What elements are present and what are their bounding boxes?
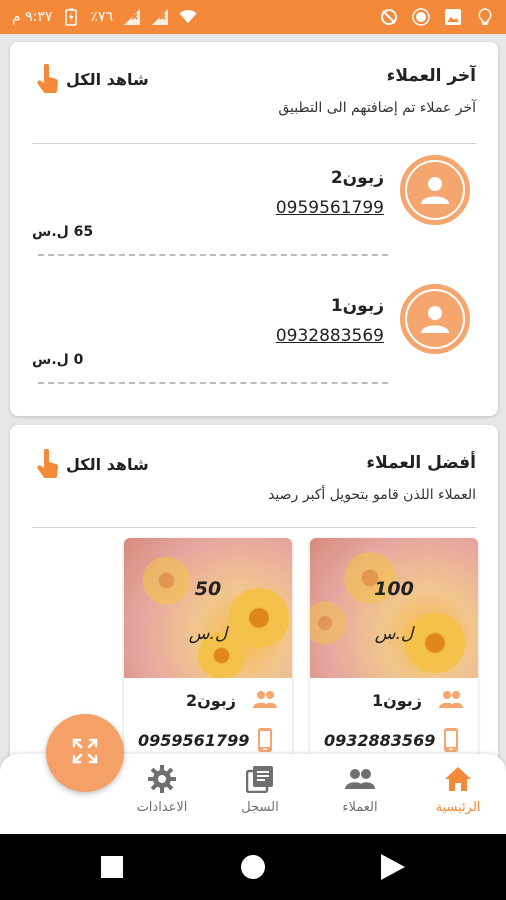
hand-pointer-icon [36,448,60,479]
recent-customer-row[interactable]: زبون1 0932883569 0 ل.س [10,280,498,390]
back-button[interactable] [381,854,405,884]
battery-icon [62,8,80,26]
phone-icon [438,727,464,753]
person-icon [407,162,463,218]
image-icon [444,8,462,26]
people-icon [438,687,464,713]
customer-balance: 0 ل.س [32,352,84,368]
people-icon [345,764,375,794]
status-bar: ٩:٣٧ م ٪٧٦ [0,0,506,34]
avatar [400,155,470,225]
status-left: ٩:٣٧ م ٪٧٦ [12,8,197,26]
row-separator [38,254,388,256]
nav-item-settings[interactable]: الاعدادات [116,764,208,826]
wifi-icon [179,8,197,26]
gear-icon [147,764,177,794]
recent-customers-title: آخر العملاء [386,66,476,86]
see-all-label: شاهد الكل [66,69,149,89]
recent-see-all-button[interactable]: شاهد الكل [36,63,149,94]
top-see-all-button[interactable]: شاهد الكل [36,448,149,479]
home-icon [443,764,473,794]
nav-label: الاعدادات [136,800,188,815]
tile-customer-name: زبون2 [185,690,236,710]
nav-item-customers[interactable]: العملاء [314,764,406,826]
nav-item-home[interactable]: الرئيسية [412,764,504,826]
library-icon [245,764,275,794]
tile-customer-phone: 0959561799 [138,730,250,750]
hand-pointer-icon [36,63,60,94]
signal-2-icon [151,8,169,26]
row-separator [38,382,388,384]
recent-customers-subtitle: آخر عملاء تم إضافتهم الى التطبيق [278,100,476,116]
tile-name-row: زبون2 [124,680,292,720]
avatar [400,284,470,354]
record-icon [412,8,430,26]
person-icon [407,291,463,347]
nav-label: الرئيسية [435,800,481,815]
people-icon [252,687,278,713]
recent-customer-row[interactable]: زبون2 0959561799 65 ل.س [10,152,498,262]
tile-customer-phone: 0932883569 [324,730,436,750]
tile-customer-name: زبون1 [371,690,422,710]
lightbulb-icon [476,8,494,26]
tile-amount: 100 [374,578,414,600]
card-divider [32,527,476,528]
top-customer-tile[interactable]: 100 ل.س زبون1 0932883569 [310,538,478,765]
tile-currency: ل.س [374,624,414,644]
top-customers-subtitle: العملاء اللذن قامو بتحويل أكبر رصيد [268,487,476,503]
flower-background-image: 100 ل.س [310,538,478,678]
customer-name: زبون1 [330,296,384,316]
see-all-label: شاهد الكل [66,454,149,474]
status-time: ٩:٣٧ م [12,9,53,25]
recent-customers-card: آخر العملاء آخر عملاء تم إضافتهم الى الت… [10,42,498,416]
fullscreen-icon [70,736,100,770]
top-customer-tile[interactable]: 50 ل.س زبون2 0959561799 [124,538,292,765]
nav-label: السجل [241,800,279,815]
card-divider [32,143,476,144]
expand-fab-button[interactable] [46,714,124,792]
recents-button[interactable] [101,856,123,882]
signal-1-icon [123,8,141,26]
top-customers-title: أفضل العملاء [366,453,476,473]
customer-balance: 65 ل.س [32,224,94,240]
system-navigation-bar [0,834,506,900]
nav-label: العملاء [342,800,378,815]
battery-percent: ٪٧٦ [90,9,113,25]
customer-phone[interactable]: 0959561799 [276,198,384,218]
customer-phone[interactable]: 0932883569 [276,326,384,346]
nav-item-history[interactable]: السجل [214,764,306,826]
home-button[interactable] [241,855,265,883]
tile-name-row: زبون1 [310,680,478,720]
settings-notify-icon [380,8,398,26]
flower-background-image: 50 ل.س [124,538,292,678]
phone-icon [252,727,278,753]
tile-currency: ل.س [188,624,228,644]
status-right [380,8,494,26]
tile-amount: 50 [194,578,222,600]
customer-name: زبون2 [330,168,384,188]
